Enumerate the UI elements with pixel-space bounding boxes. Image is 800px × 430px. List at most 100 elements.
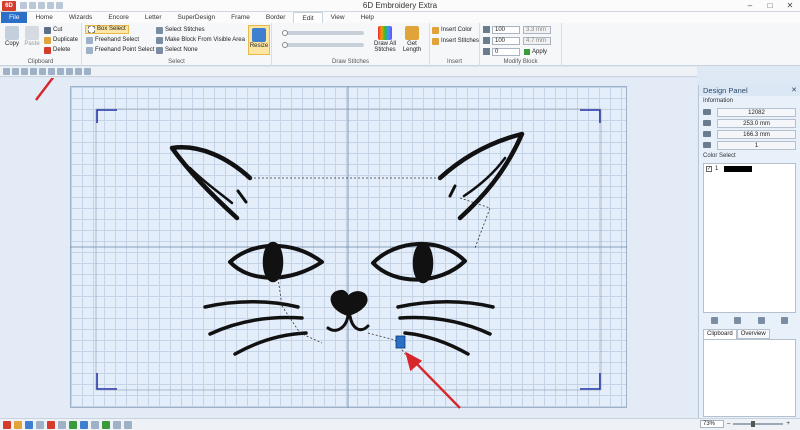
flip-tool-icon[interactable] bbox=[57, 68, 64, 75]
merge-color-icon[interactable] bbox=[711, 317, 719, 324]
paste-button[interactable]: Paste bbox=[22, 26, 42, 47]
width-percent-input[interactable]: 100 bbox=[492, 25, 520, 34]
zoom-knob[interactable] bbox=[751, 421, 756, 427]
select-none-icon bbox=[156, 47, 163, 54]
save-status-icon[interactable] bbox=[25, 421, 33, 429]
zoom-slider[interactable] bbox=[733, 421, 784, 427]
insert-color-label: Insert Color bbox=[441, 27, 473, 33]
tab-view[interactable]: View bbox=[323, 12, 353, 23]
tab-letter[interactable]: Letter bbox=[137, 12, 170, 23]
info-icon[interactable] bbox=[124, 421, 132, 429]
get-length-button[interactable]: Get Length bbox=[400, 26, 424, 53]
print-icon[interactable] bbox=[36, 421, 44, 429]
settings-icon[interactable] bbox=[58, 421, 66, 429]
undo-tool-icon[interactable] bbox=[30, 68, 37, 75]
tab-wizards[interactable]: Wizards bbox=[61, 12, 100, 23]
move-down-icon[interactable] bbox=[734, 317, 742, 324]
color-icon[interactable] bbox=[69, 421, 77, 429]
draw-start-knob[interactable] bbox=[282, 30, 288, 36]
tab-overview[interactable]: Overview bbox=[736, 329, 770, 339]
scissors-status-icon[interactable] bbox=[91, 421, 99, 429]
record-icon[interactable] bbox=[47, 421, 55, 429]
draw-start-slider[interactable] bbox=[282, 30, 364, 36]
color-count-row: 1 bbox=[703, 140, 796, 150]
box-select-button[interactable]: Box Select bbox=[85, 25, 129, 34]
pan-tool-icon[interactable] bbox=[12, 68, 19, 75]
duplicate-label: Duplicate bbox=[53, 37, 79, 43]
color-select-list[interactable]: ✓ 1 bbox=[703, 163, 796, 313]
height-percent-input[interactable]: 100 bbox=[492, 36, 520, 45]
tab-help[interactable]: Help bbox=[353, 12, 382, 23]
tab-file[interactable]: File bbox=[1, 12, 28, 23]
rotation-input[interactable]: 0 bbox=[492, 47, 520, 56]
design-width-value: 253.0 mm bbox=[717, 118, 796, 128]
end-stitch-marker bbox=[395, 335, 406, 349]
select-group-label: Select bbox=[168, 59, 185, 65]
insert-stitches-button[interactable]: Insert Stitches bbox=[432, 37, 479, 46]
arrow-to-end-stitch bbox=[413, 360, 461, 409]
delete-button[interactable]: Delete bbox=[44, 46, 70, 55]
design-workarea[interactable] bbox=[0, 78, 697, 418]
freehand-select-button[interactable]: Freehand Select bbox=[86, 36, 139, 45]
color-select-label: Color Select bbox=[703, 153, 736, 159]
clipboard-preview bbox=[703, 339, 796, 417]
select-stitches-button[interactable]: Select Stitches bbox=[156, 26, 205, 35]
color-item[interactable]: ✓ 1 bbox=[704, 164, 795, 173]
mirror-tool-icon[interactable] bbox=[48, 68, 55, 75]
height-row: 100 4.7 mm bbox=[483, 36, 551, 45]
draw-stitches-group: Draw All Stitches Get Length Draw Stitch… bbox=[272, 23, 430, 66]
select-none-button[interactable]: Select None bbox=[156, 46, 198, 55]
modify-block-group: 100 3.3 mm 100 4.7 mm 0 Apply Modify Blo… bbox=[480, 23, 562, 66]
maximize-button[interactable]: □ bbox=[760, 0, 780, 12]
height-mm-display: 4.7 mm bbox=[523, 36, 551, 45]
apply-button[interactable]: Apply bbox=[532, 49, 547, 55]
get-length-icon bbox=[405, 26, 419, 40]
draw-all-stitches-button[interactable]: Draw All Stitches bbox=[372, 26, 398, 53]
redo-tool-icon[interactable] bbox=[39, 68, 46, 75]
move-up-icon[interactable] bbox=[757, 317, 765, 324]
resize-button[interactable]: Resize bbox=[248, 25, 270, 55]
zoom-tool-icon[interactable] bbox=[21, 68, 28, 75]
design-panel-close-icon[interactable]: ✕ bbox=[791, 85, 797, 96]
draw-end-slider[interactable] bbox=[282, 42, 364, 48]
draw-end-knob[interactable] bbox=[282, 42, 288, 48]
sort-color-icon[interactable] bbox=[780, 317, 788, 324]
rotate-tool-icon[interactable] bbox=[66, 68, 73, 75]
grid-status-icon[interactable] bbox=[113, 421, 121, 429]
add-icon[interactable] bbox=[102, 421, 110, 429]
tab-edit[interactable]: Edit bbox=[293, 12, 323, 23]
play-tool-icon[interactable] bbox=[84, 68, 91, 75]
duplicate-button[interactable]: Duplicate bbox=[44, 36, 78, 45]
tab-frame[interactable]: Frame bbox=[223, 12, 258, 23]
width-icon bbox=[483, 26, 490, 33]
tab-clipboard[interactable]: Clipboard bbox=[703, 329, 737, 339]
tab-border[interactable]: Border bbox=[258, 12, 294, 23]
hoop-icon[interactable] bbox=[80, 421, 88, 429]
tab-home[interactable]: Home bbox=[27, 12, 60, 23]
copy-icon bbox=[5, 26, 19, 40]
insert-stitches-label: Insert Stitches bbox=[441, 38, 480, 44]
select-none-label: Select None bbox=[165, 47, 198, 53]
close-button[interactable]: ✕ bbox=[780, 0, 800, 12]
tab-encore[interactable]: Encore bbox=[100, 12, 137, 23]
draw-stitches-group-label: Draw Stitches bbox=[331, 59, 369, 65]
nose bbox=[330, 289, 368, 316]
stitch-count-value: 12082 bbox=[717, 107, 796, 117]
cut-button[interactable]: Cut bbox=[44, 26, 62, 35]
freehand-point-select-button[interactable]: Freehand Point Select bbox=[86, 46, 154, 55]
tab-superdesign[interactable]: SuperDesign bbox=[170, 12, 224, 23]
minimize-button[interactable]: – bbox=[740, 0, 760, 12]
insert-color-button[interactable]: Insert Color bbox=[432, 26, 472, 35]
app-status-icon[interactable] bbox=[3, 421, 11, 429]
copy-button[interactable]: Copy bbox=[2, 26, 22, 47]
clipboard-group: Copy Paste Cut Duplicate Delete Clipboar… bbox=[0, 23, 82, 66]
zoom-select[interactable]: 73% bbox=[700, 420, 724, 428]
select-tool-icon[interactable] bbox=[3, 68, 10, 75]
make-block-button[interactable]: Make Block From Visible Area bbox=[156, 36, 245, 45]
grid-tool-icon[interactable] bbox=[75, 68, 82, 75]
rotate-icon bbox=[483, 48, 490, 55]
color-checkbox[interactable]: ✓ bbox=[706, 165, 712, 172]
zoom-in-icon[interactable]: + bbox=[786, 421, 790, 427]
folder-icon[interactable] bbox=[14, 421, 22, 429]
zoom-out-icon[interactable]: – bbox=[727, 421, 730, 427]
